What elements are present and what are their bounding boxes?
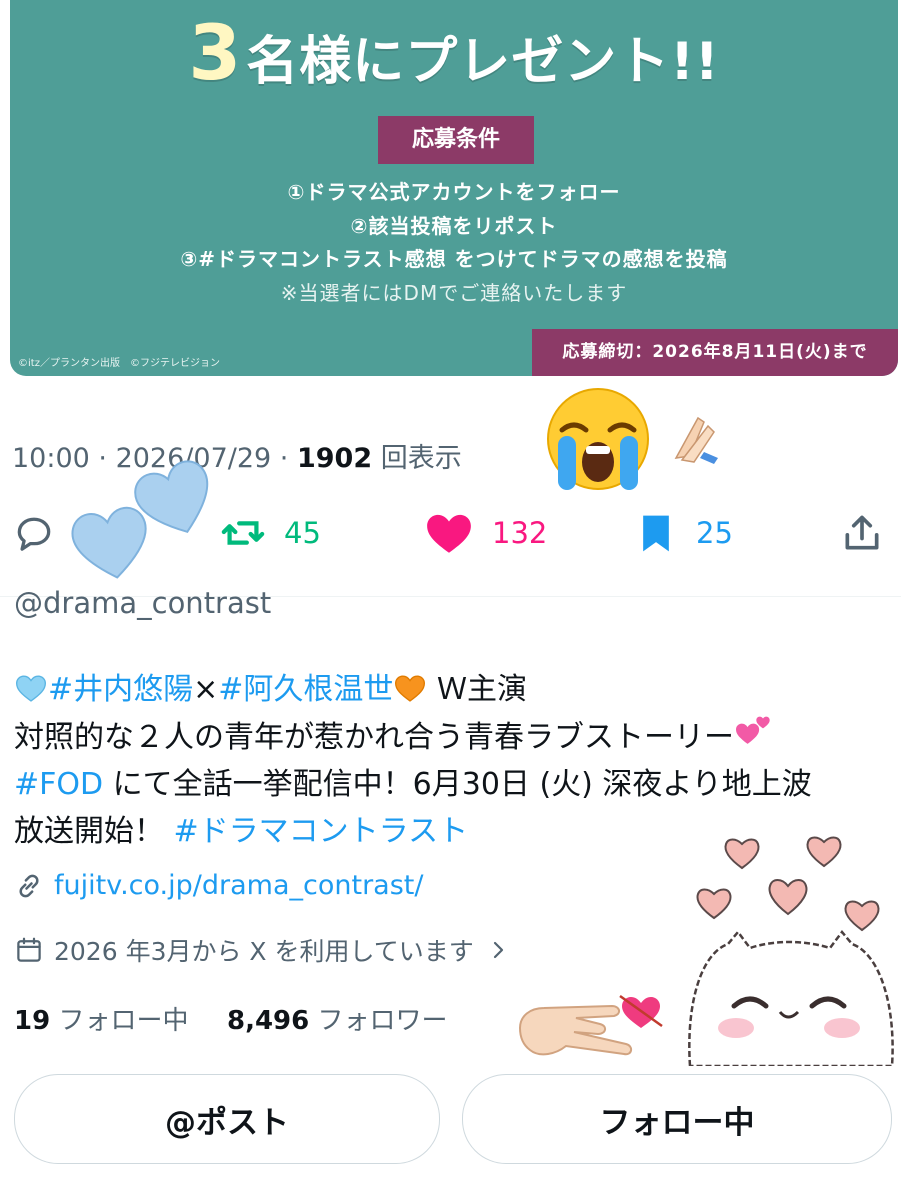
profile-handle: @drama_contrast: [14, 586, 272, 620]
hashtag-link[interactable]: #FOD: [14, 767, 103, 802]
winner-note: ※当選者にはDMでご連絡いたします: [280, 281, 628, 305]
repost-button[interactable]: 45: [220, 500, 321, 566]
post-meta: 10:00 · 2026/07/29 · 1902 回表示: [12, 443, 462, 474]
repost-count: 45: [284, 516, 321, 550]
joined-date[interactable]: 2026 年3月から X を利用しています: [14, 932, 510, 968]
banner-headline-text: 名様にプレゼント!!: [246, 32, 720, 92]
profile-website-text: fujitv.co.jp/drama_contrast/: [54, 870, 424, 901]
banner-headline-number: 3: [188, 8, 243, 97]
reply-button[interactable]: [12, 500, 56, 566]
view-count: 1902: [296, 443, 373, 474]
profile-bio: #井内悠陽×#阿久根温世 Ｗ主演 対照的な２人の青年が惹かれ合う青春ラブストーリ…: [14, 666, 894, 855]
condition-1: ①ドラマ公式アカウントをフォロー: [287, 180, 621, 204]
heart-with-arrow-sticker: [619, 994, 663, 1028]
deadline-badge: 応募締切：2026年8月11日(火)まで: [532, 329, 898, 376]
hashtag-link[interactable]: #ドラマコントラスト: [174, 814, 469, 849]
bio-text: 放送開始！: [14, 814, 174, 849]
chevron-right-icon: [493, 941, 503, 959]
like-count: 132: [492, 516, 548, 550]
profile-website-link[interactable]: fujitv.co.jp/drama_contrast/: [14, 870, 423, 901]
bookmark-icon: [643, 515, 669, 552]
cat-with-hearts-sticker: [688, 836, 894, 1066]
two-hearts-icon: [736, 716, 770, 744]
bio-text: 対照的な２人の青年が惹かれ合う青春ラブストーリー: [14, 720, 734, 755]
followers-label: フォロワー: [317, 1006, 448, 1036]
condition-3: ③#ドラマコントラスト感想 をつけてドラマの感想を投稿: [180, 247, 728, 271]
view-count-label: 回表示: [380, 443, 462, 474]
following-label: フォロー中: [58, 1006, 189, 1036]
following-button[interactable]: フォロー中: [462, 1074, 892, 1164]
crying-face-sticker: [547, 388, 649, 490]
banner-headline: 3名様にプレゼント!!: [10, 8, 898, 97]
folded-hands-sticker: [674, 416, 718, 464]
bookmark-button[interactable]: 25: [634, 500, 733, 566]
condition-2: ②該当投稿をリポスト: [350, 214, 558, 238]
like-button[interactable]: 132: [424, 500, 547, 566]
link-icon: [19, 874, 39, 897]
followers-count: 8,496: [227, 1006, 310, 1036]
hashtag-link[interactable]: #井内悠陽: [48, 672, 193, 707]
following-link[interactable]: 19 フォロー中: [14, 1006, 188, 1036]
reply-icon: [17, 517, 51, 551]
light-blue-heart-icon: [15, 675, 47, 702]
following-count: 19: [14, 1006, 51, 1036]
orange-heart-icon: [395, 675, 426, 702]
bio-text: にて全話一挙配信中！6月30日 (火) 深夜より地上波: [103, 767, 812, 802]
followers-link[interactable]: 8,496 フォロワー: [227, 1006, 448, 1036]
bookmark-count: 25: [696, 516, 733, 550]
bio-text: ×: [193, 672, 219, 707]
share-icon: [845, 515, 879, 550]
share-button[interactable]: [840, 500, 884, 566]
repost-icon: [221, 521, 265, 545]
copyright-text: ©itz／プランタン出版 ©フジテレビジョン: [18, 358, 220, 369]
like-icon: [427, 514, 471, 553]
campaign-banner-image[interactable]: 3名様にプレゼント!! 応募条件 ①ドラマ公式アカウントをフォロー ②該当投稿を…: [10, 0, 898, 376]
post-time: 10:00: [12, 443, 90, 474]
follow-stats: 19 フォロー中 8,496 フォロワー: [14, 1000, 448, 1037]
joined-date-text: 2026 年3月から X を利用しています: [54, 937, 474, 966]
conditions-label: 応募条件: [378, 116, 534, 164]
calendar-icon: [17, 937, 41, 962]
mention-post-button[interactable]: @ポスト: [14, 1074, 440, 1164]
hashtag-link[interactable]: #阿久根温世: [218, 672, 393, 707]
bio-text: Ｗ主演: [436, 672, 527, 707]
post-actions-bar: 45 132 25: [0, 500, 901, 566]
